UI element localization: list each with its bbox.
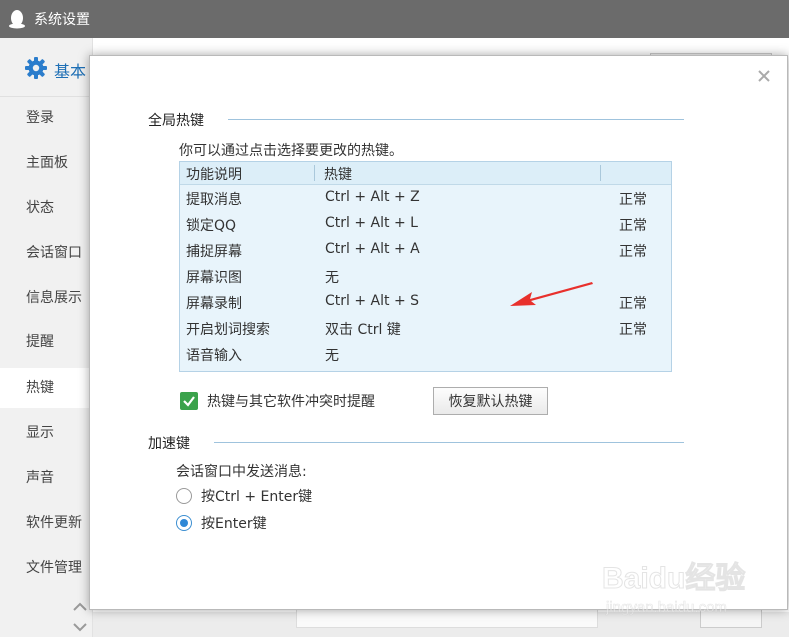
- gear-icon: [25, 57, 47, 79]
- column-header-function: 功能说明: [186, 167, 242, 183]
- sidebar-item-info-display[interactable]: 信息展示: [0, 278, 92, 318]
- row-status: 正常: [619, 244, 647, 260]
- sidebar-item-display[interactable]: 显示: [0, 413, 92, 453]
- radio-ctrl-enter-label[interactable]: 按Ctrl + Enter键: [201, 486, 312, 506]
- section-divider: [214, 442, 684, 443]
- hotkey-table: 功能说明 热键 提取消息 Ctrl + Alt + Z 正常 锁定QQ Ctrl…: [179, 161, 672, 372]
- send-message-label: 会话窗口中发送消息:: [176, 464, 307, 480]
- watermark-url: jingyan.baidu.com: [605, 599, 727, 616]
- row-function: 屏幕识图: [186, 270, 242, 286]
- table-row[interactable]: 捕捉屏幕 Ctrl + Alt + A 正常: [180, 237, 671, 263]
- sidebar-item-hotkeys[interactable]: 热键: [0, 368, 92, 408]
- qq-penguin-icon: [9, 10, 25, 29]
- row-function: 提取消息: [186, 192, 242, 208]
- table-row[interactable]: 提取消息 Ctrl + Alt + Z 正常: [180, 185, 671, 211]
- row-hotkey: 无: [325, 348, 339, 364]
- row-status: 正常: [619, 296, 647, 312]
- sidebar-header[interactable]: 基本: [0, 38, 92, 97]
- sidebar-item-sound[interactable]: 声音: [0, 458, 92, 498]
- sidebar-item-login[interactable]: 登录: [0, 98, 92, 138]
- row-function: 锁定QQ: [186, 218, 237, 234]
- row-hotkey: 无: [325, 270, 339, 286]
- column-separator: [600, 165, 601, 181]
- table-row[interactable]: 开启划词搜索 双击 Ctrl 键 正常: [180, 315, 671, 341]
- row-hotkey: Ctrl + Alt + A: [325, 241, 420, 257]
- column-separator: [314, 165, 315, 181]
- row-hotkey: Ctrl + Alt + L: [325, 215, 418, 231]
- row-status: 正常: [619, 322, 647, 338]
- annotation-arrow-icon: [510, 282, 593, 306]
- row-function: 语音输入: [186, 348, 242, 364]
- row-status: 正常: [619, 192, 647, 208]
- sidebar: 基本 登录 主面板 状态 会话窗口 信息展示 提醒 热键 显示 声音 软件更新 …: [0, 38, 93, 637]
- restore-default-hotkeys-button[interactable]: 恢复默认热键: [433, 387, 548, 415]
- window-title: 系统设置: [34, 12, 90, 28]
- radio-ctrl-enter[interactable]: [176, 488, 192, 504]
- row-hotkey: Ctrl + Alt + Z: [325, 189, 420, 205]
- global-hotkeys-title: 全局热键: [148, 113, 204, 129]
- row-function: 屏幕录制: [186, 296, 242, 312]
- row-function: 捕捉屏幕: [186, 244, 242, 260]
- sidebar-header-label: 基本: [54, 62, 87, 81]
- sidebar-item-status[interactable]: 状态: [0, 188, 92, 228]
- checkbox-checked-icon[interactable]: [180, 392, 198, 410]
- watermark-logo: Baidu经验: [602, 561, 745, 595]
- table-header: 功能说明 热键: [180, 162, 671, 185]
- column-header-hotkey: 热键: [324, 167, 352, 183]
- row-status: 正常: [619, 218, 647, 234]
- hotkey-dialog: 全局热键 你可以通过点击选择要更改的热键。 功能说明 热键 提取消息 Ctrl …: [89, 55, 788, 610]
- table-row[interactable]: 锁定QQ Ctrl + Alt + L 正常: [180, 211, 671, 237]
- sidebar-item-file-management[interactable]: 文件管理: [0, 548, 92, 588]
- accelerator-title: 加速键: [148, 436, 190, 452]
- sidebar-item-main-panel[interactable]: 主面板: [0, 143, 92, 183]
- radio-enter[interactable]: [176, 515, 192, 531]
- section-divider: [228, 119, 684, 120]
- baidu-jingyan-watermark: Baidu经验 jingyan.baidu.com: [602, 561, 746, 617]
- sidebar-item-chat-window[interactable]: 会话窗口: [0, 233, 92, 273]
- sidebar-item-reminder[interactable]: 提醒: [0, 322, 92, 362]
- sidebar-item-software-update[interactable]: 软件更新: [0, 503, 92, 543]
- hotkey-info-text: 你可以通过点击选择要更改的热键。: [179, 143, 403, 159]
- table-row[interactable]: 屏幕录制 Ctrl + Alt + S 正常: [180, 289, 671, 315]
- table-row[interactable]: 屏幕识图 无: [180, 263, 671, 289]
- table-row[interactable]: 语音输入 无: [180, 341, 671, 367]
- conflict-alert-label[interactable]: 热键与其它软件冲突时提醒: [207, 391, 375, 411]
- radio-enter-label[interactable]: 按Enter键: [201, 513, 267, 533]
- row-hotkey: 双击 Ctrl 键: [325, 322, 401, 338]
- row-hotkey: Ctrl + Alt + S: [325, 293, 420, 309]
- title-bar: 系统设置: [0, 0, 789, 38]
- close-icon[interactable]: [756, 68, 772, 84]
- scroll-chevrons-icon[interactable]: [70, 600, 90, 634]
- row-function: 开启划词搜索: [186, 322, 270, 338]
